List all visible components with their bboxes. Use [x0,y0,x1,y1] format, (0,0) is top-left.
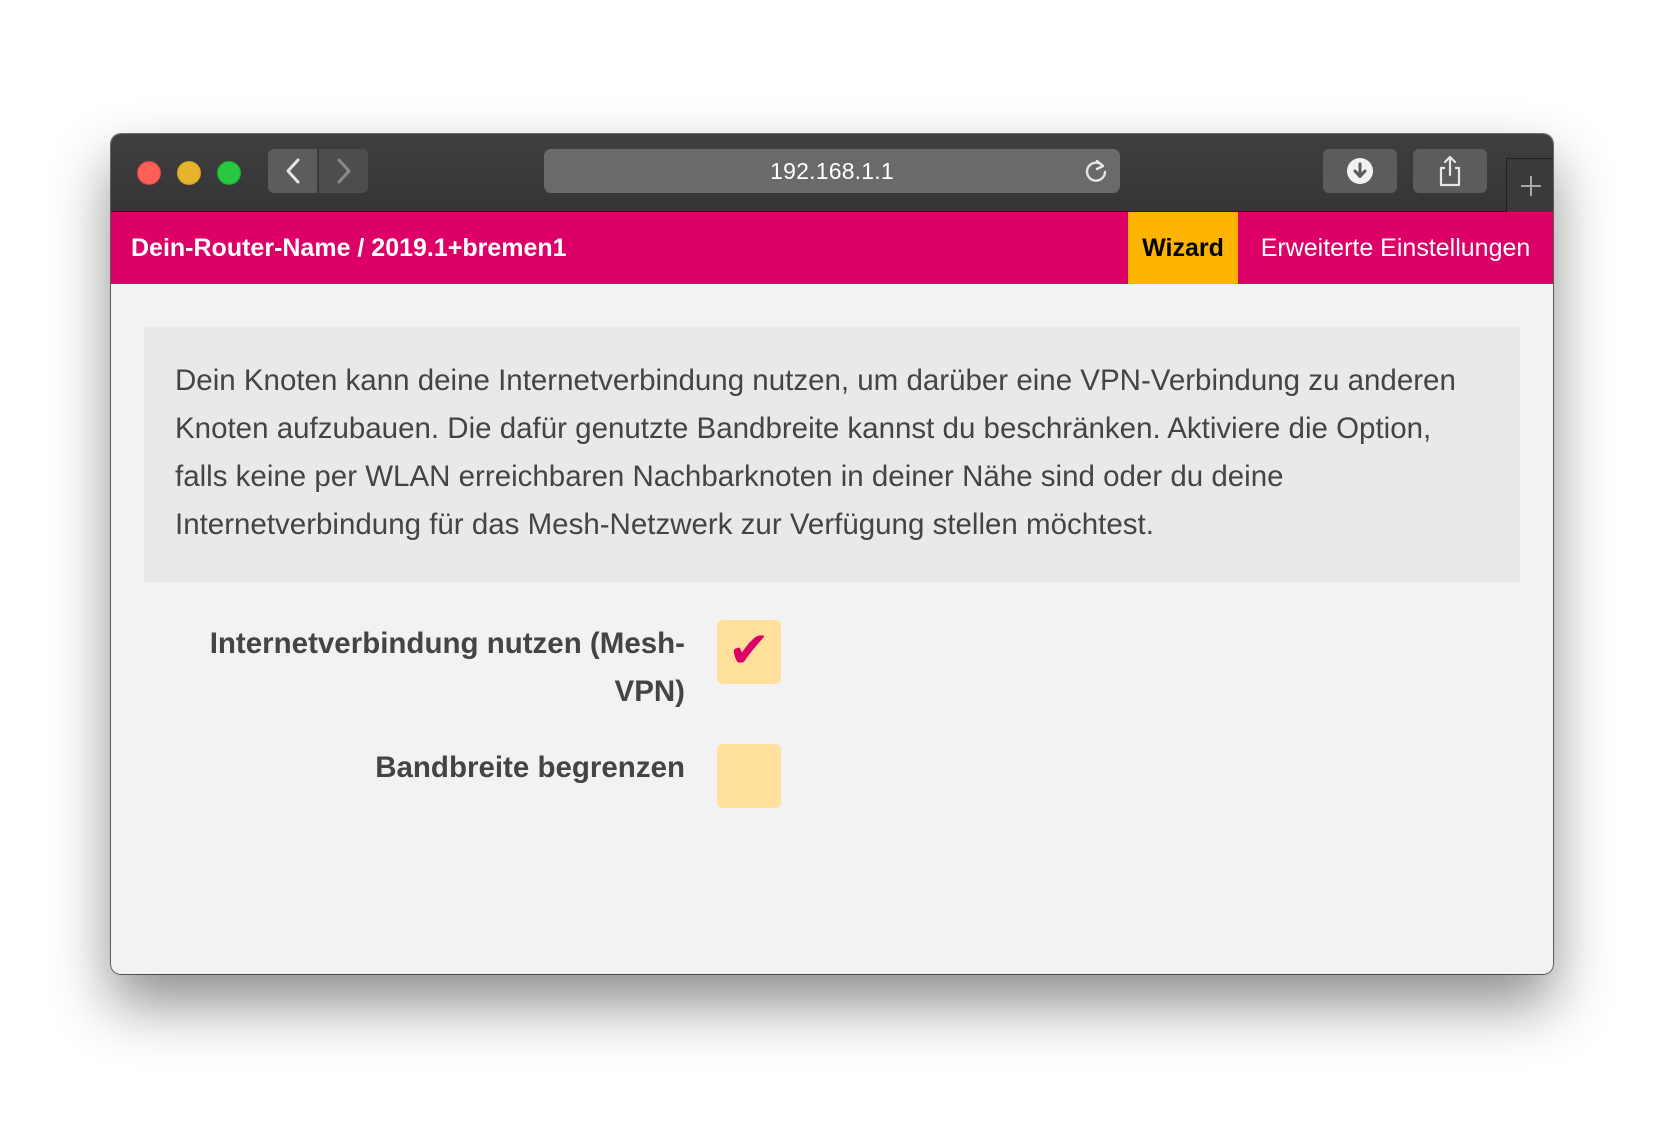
checkmark-icon: ✔ [728,621,770,679]
minimize-window-button[interactable] [177,161,201,185]
url-text: 192.168.1.1 [770,157,894,184]
share-button[interactable] [1413,149,1487,193]
router-header: Dein-Router-Name / 2019.1+bremen1 Wizard… [111,212,1553,284]
router-name: Dein-Router-Name / 2019.1+bremen1 [131,234,567,262]
maximize-window-button[interactable] [217,161,241,185]
downloads-button[interactable] [1323,149,1397,193]
plus-icon [1520,175,1541,196]
tab-advanced-settings[interactable]: Erweiterte Einstellungen [1238,212,1553,284]
tab-wizard[interactable]: Wizard [1128,212,1238,284]
limit-bandwidth-checkbox[interactable] [717,744,781,808]
chevron-left-icon [286,158,299,184]
limit-bandwidth-label: Bandbreite begrenzen [375,751,685,784]
chevron-right-icon [337,158,350,184]
info-text: Dein Knoten kann deine Internetverbindun… [175,364,1456,541]
mesh-vpn-label: Internetverbindung nutzen (Mesh-VPN) [209,627,685,708]
forward-button[interactable] [319,149,368,193]
download-icon [1347,158,1373,184]
mesh-vpn-checkbox[interactable]: ✔ [717,620,781,684]
new-tab-button[interactable] [1506,158,1553,212]
reload-icon[interactable] [1082,157,1110,185]
share-icon [1439,155,1461,187]
browser-window: 192.168.1.1 Dein-Router-Name / 2019.1+br… [111,134,1553,974]
browser-toolbar: 192.168.1.1 [111,134,1553,212]
back-button[interactable] [268,149,317,193]
info-box: Dein Knoten kann deine Internetverbindun… [144,327,1520,582]
close-window-button[interactable] [137,161,161,185]
address-bar[interactable]: 192.168.1.1 [544,149,1120,193]
